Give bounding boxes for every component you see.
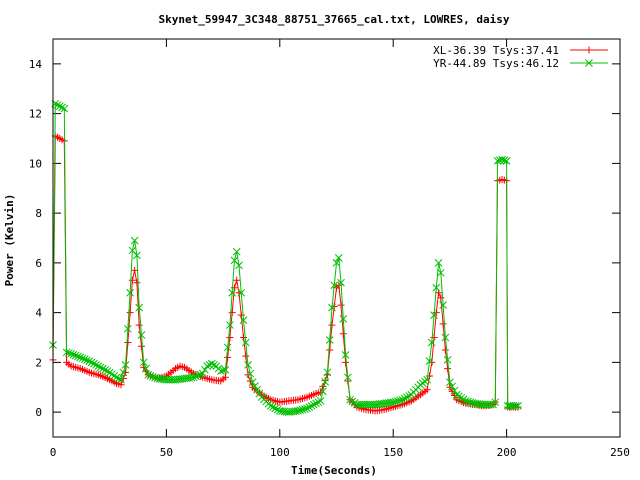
data-point [228, 309, 236, 317]
data-point [339, 330, 347, 338]
y-tick-label: 10 [29, 157, 42, 170]
x-tick-label: 250 [610, 446, 630, 459]
series-1 [49, 132, 522, 415]
plot-frame [52, 38, 621, 438]
y-tick-label: 6 [35, 257, 42, 270]
data-point [444, 365, 452, 373]
legend-marker [585, 46, 593, 54]
y-tick-label: 12 [29, 108, 42, 121]
x-tick-label: 50 [160, 446, 173, 459]
data-point [328, 321, 336, 329]
y-axis-label: Power (Kelvin) [3, 194, 16, 287]
data-point [137, 342, 145, 350]
data-point [226, 334, 234, 341]
x-tick-label: 200 [497, 446, 517, 459]
data-point [439, 320, 447, 328]
y-tick-label: 2 [35, 356, 42, 369]
x-tick-label: 100 [270, 446, 290, 459]
data-point [242, 352, 250, 360]
data-point [210, 361, 218, 369]
chart: Skynet_59947_3C348_88751_37665_cal.txt, … [3, 13, 630, 477]
x-tick-label: 150 [383, 446, 403, 459]
data-point [135, 321, 143, 329]
data-point [233, 276, 241, 284]
data-point [110, 371, 119, 380]
data-point [126, 309, 134, 317]
y-tick-label: 4 [35, 307, 42, 320]
y-tick-label: 0 [35, 406, 42, 419]
legend-label: YR-44.89 Tsys:46.12 [433, 57, 559, 70]
data-point [342, 358, 350, 366]
legend: XL-36.39 Tsys:37.41YR-44.89 Tsys:46.12 [433, 44, 608, 70]
data-point [224, 353, 232, 361]
y-tick-label: 14 [29, 58, 43, 71]
data-point [441, 346, 449, 354]
data-point [105, 368, 114, 377]
data-point [124, 338, 132, 346]
series-line [52, 102, 518, 413]
axis-ticks: 0 2 4 6 8 10 12 14 0 50 100 150 200 250 [29, 39, 630, 459]
legend-label: XL-36.39 Tsys:37.41 [433, 44, 559, 57]
x-tick-label: 0 [50, 446, 57, 459]
data-point [337, 301, 345, 309]
data-series [49, 99, 522, 416]
x-axis-label: Time(Seconds) [291, 464, 377, 477]
y-tick-label: 8 [35, 207, 42, 220]
data-point [108, 370, 116, 379]
chart-title: Skynet_59947_3C348_88751_37665_cal.txt, … [159, 13, 510, 26]
data-point [326, 346, 334, 354]
